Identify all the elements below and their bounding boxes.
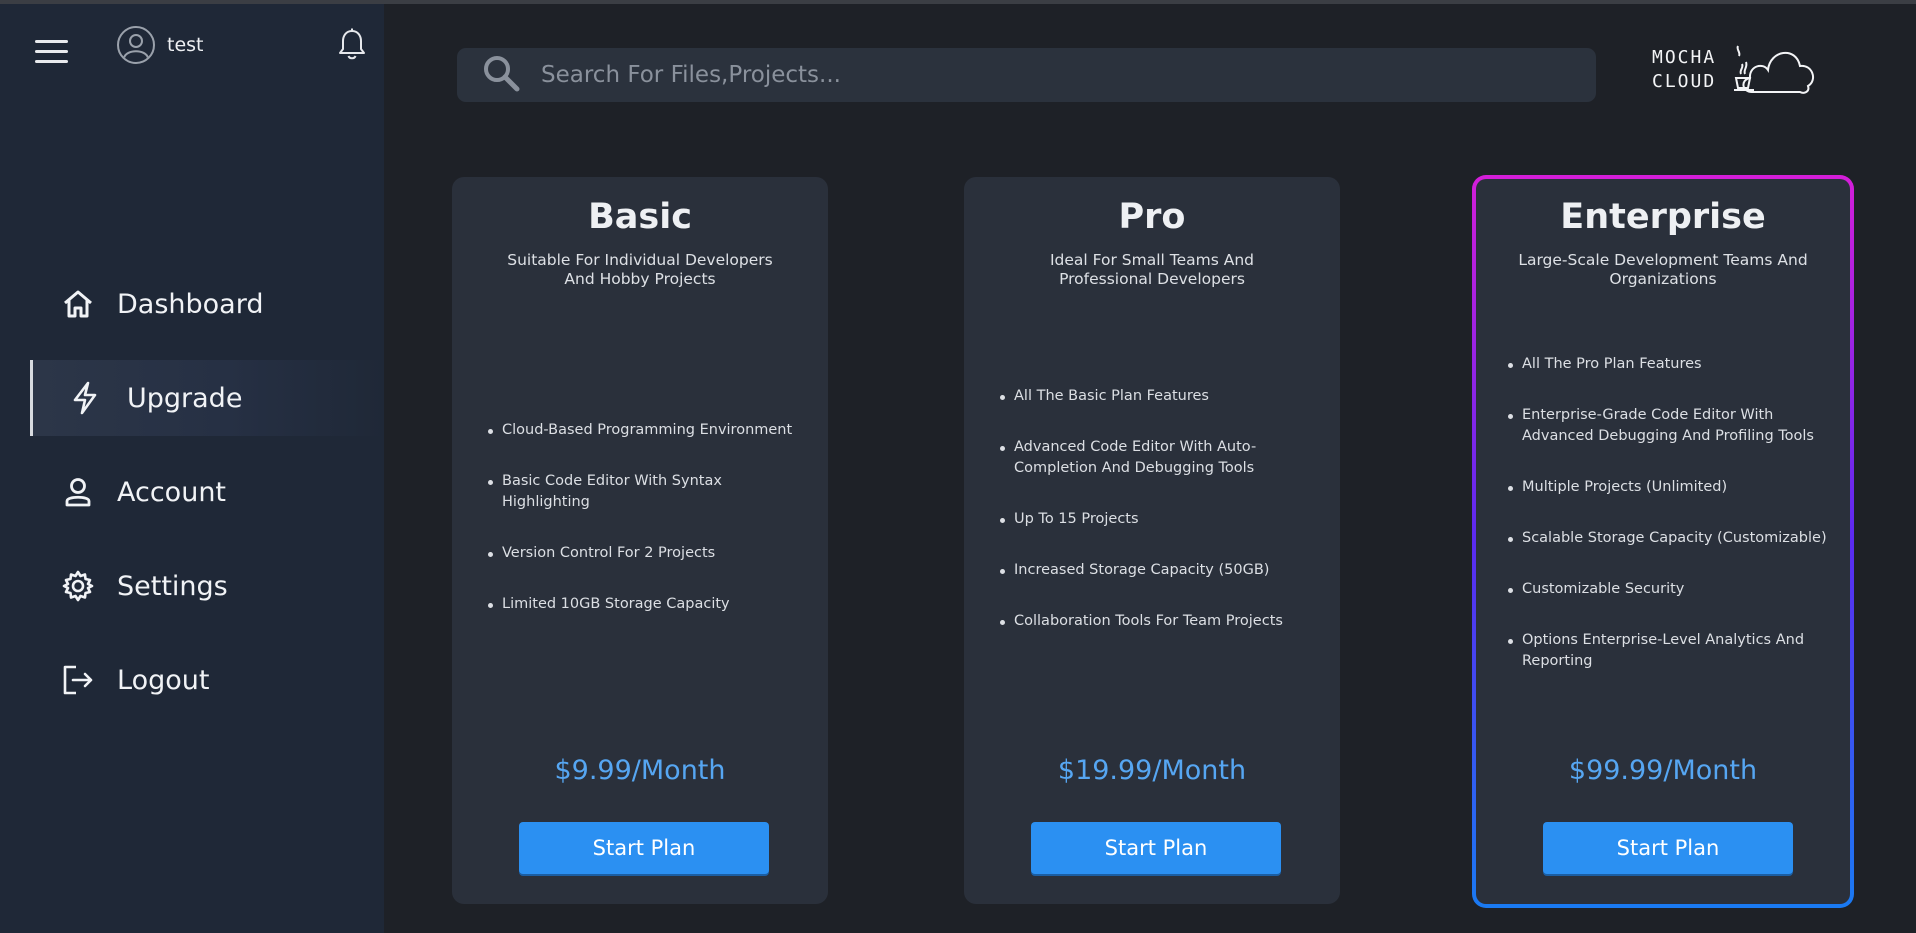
plan-feature: Customizable Security (1508, 579, 1832, 600)
plan-feature: Cloud-Based Programming Environment (488, 420, 810, 441)
start-plan-button-pro[interactable]: Start Plan (1031, 822, 1281, 874)
sidebar-item-label: Logout (117, 664, 210, 696)
plan-price: $9.99/Month (554, 755, 726, 786)
sidebar: test Dashboard Upgrade Account Settings … (0, 4, 384, 933)
sidebar-item-settings[interactable]: Settings (0, 548, 384, 624)
logo-text-line1: MOCHA (1652, 47, 1717, 68)
sidebar-nav: Dashboard Upgrade Account Settings Logou… (0, 266, 384, 736)
user-icon (60, 474, 96, 510)
username: test (167, 34, 204, 56)
search-input[interactable] (541, 62, 1541, 88)
plan-price: $99.99/Month (1568, 755, 1758, 786)
plan-feature: Enterprise-Grade Code Editor With Advanc… (1508, 405, 1832, 447)
cloud-cup-icon (1734, 45, 1815, 94)
sidebar-item-account[interactable]: Account (0, 454, 384, 530)
plan-feature: Scalable Storage Capacity (Customizable) (1508, 528, 1832, 549)
start-plan-button-basic[interactable]: Start Plan (519, 822, 769, 874)
sidebar-item-label: Settings (117, 570, 228, 602)
home-icon (60, 286, 96, 322)
plan-subtitle: Large-Scale Development Teams And Organi… (1518, 251, 1808, 288)
plan-feature-list: All The Pro Plan Features Enterprise-Gra… (1508, 354, 1832, 702)
plan-feature: All The Pro Plan Features (1508, 354, 1832, 375)
plan-feature: Basic Code Editor With Syntax Highlighti… (488, 471, 810, 513)
plan-feature: Up To 15 Projects (1000, 509, 1322, 530)
plan-card-basic: Basic Suitable For Individual Developers… (452, 177, 828, 904)
hamburger-menu-icon[interactable] (35, 40, 68, 64)
plan-feature: Collaboration Tools For Team Projects (1000, 611, 1322, 632)
plan-feature: Version Control For 2 Projects (488, 543, 810, 564)
plan-subtitle: Suitable For Individual Developers And H… (507, 251, 773, 288)
sidebar-item-label: Upgrade (127, 382, 243, 414)
plan-feature: Options Enterprise-Level Analytics And R… (1508, 630, 1832, 672)
plan-feature: Advanced Code Editor With Auto-Completio… (1000, 437, 1322, 479)
plan-title: Basic (588, 197, 692, 237)
sidebar-item-dashboard[interactable]: Dashboard (0, 266, 384, 342)
plan-feature: All The Basic Plan Features (1000, 386, 1322, 407)
plan-title: Pro (1118, 197, 1186, 237)
lightning-icon (67, 380, 103, 416)
logout-icon (60, 662, 96, 698)
search-icon[interactable] (481, 53, 521, 97)
avatar (117, 26, 155, 64)
plan-card-enterprise: Enterprise Large-Scale Development Teams… (1472, 175, 1854, 908)
plan-title: Enterprise (1560, 197, 1766, 237)
plan-feature: Multiple Projects (Unlimited) (1508, 477, 1832, 498)
sidebar-item-upgrade[interactable]: Upgrade (30, 360, 384, 436)
plan-feature: Limited 10GB Storage Capacity (488, 594, 810, 615)
notification-bell-icon[interactable] (337, 28, 367, 66)
sidebar-item-label: Account (117, 476, 227, 508)
plan-feature-list: Cloud-Based Programming Environment Basi… (488, 420, 810, 645)
logo-text-line2: CLOUD (1652, 71, 1717, 92)
plan-subtitle: Ideal For Small Teams And Professional D… (1049, 251, 1255, 288)
plan-feature-list: All The Basic Plan Features Advanced Cod… (1000, 386, 1322, 662)
start-plan-button-enterprise[interactable]: Start Plan (1543, 822, 1793, 874)
sidebar-item-logout[interactable]: Logout (0, 642, 384, 718)
search-bar (457, 48, 1596, 102)
gear-icon (60, 568, 96, 604)
user-profile[interactable]: test (117, 26, 204, 64)
plan-price: $19.99/Month (1057, 755, 1247, 786)
sidebar-item-label: Dashboard (117, 288, 264, 320)
plan-feature: Increased Storage Capacity (50GB) (1000, 560, 1322, 581)
mocha-cloud-logo[interactable]: MOCHA CLOUD (1652, 40, 1818, 100)
plan-card-pro: Pro Ideal For Small Teams And Profession… (964, 177, 1340, 904)
